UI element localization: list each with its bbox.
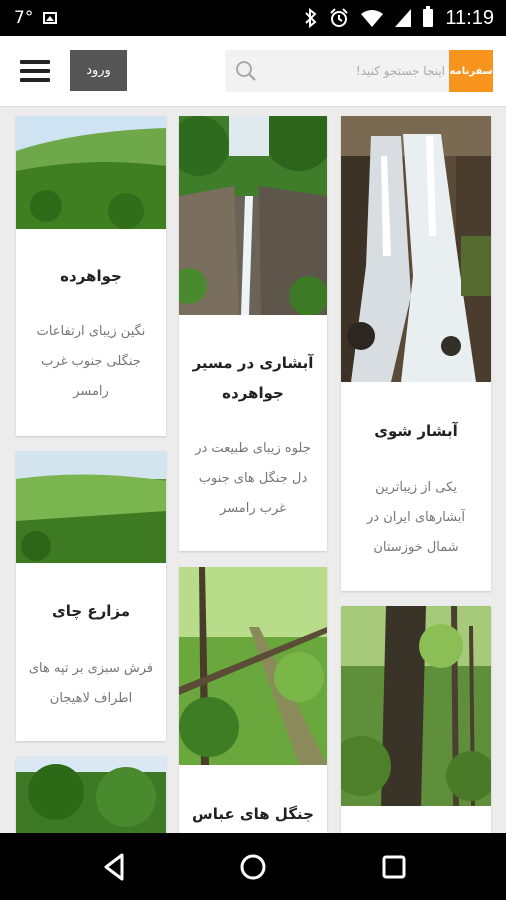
navigation-bar [0, 833, 506, 900]
search-input[interactable] [265, 50, 445, 92]
card-mazare-chai[interactable]: مزارع چای فرش سبزی بر تپه های اطراف لاهی… [16, 451, 166, 741]
card-title: جواهرده [60, 267, 122, 285]
temperature-notification: 7° [14, 8, 34, 28]
card-title: مزارع چای [51, 602, 131, 620]
card-description: نگین زیبای ارتفاعات جنگلی جنوب غرب رامسر [36, 324, 146, 399]
status-bar: 7° 11:19 [0, 0, 506, 36]
forest-photo [179, 567, 327, 765]
signal-icon [395, 9, 412, 27]
clock: 11:19 [445, 6, 494, 29]
waterfall-photo [341, 116, 491, 382]
home-icon[interactable] [235, 849, 271, 885]
waterfall-canyon-photo [179, 116, 327, 315]
search-icon[interactable] [235, 60, 257, 82]
card-jangal-abbas[interactable]: جنگل های عباس [179, 567, 327, 837]
card-description: فرش سبزی بر تپه های اطراف لاهیجان [28, 661, 154, 706]
green-hills-photo [16, 116, 166, 229]
hamburger-menu-icon[interactable] [20, 60, 50, 82]
card-title: آبشار شوی [374, 422, 458, 440]
back-icon[interactable] [96, 849, 132, 885]
forest-path-photo [16, 757, 166, 837]
card-title: آبشاری در مسیر جواهرده [192, 354, 314, 402]
alarm-icon [330, 8, 349, 27]
tea-fields-photo [16, 451, 166, 563]
card-description: جلوه زیبای طبیعت در دل جنگل های جنوب غرب… [195, 441, 311, 516]
brand-logo[interactable]: سفرنامه [449, 50, 493, 92]
tall-tree-photo [341, 606, 491, 806]
card-forest-trees[interactable] [341, 606, 491, 836]
wifi-icon [361, 10, 384, 27]
image-icon [43, 12, 58, 24]
card-abshar-shevi[interactable]: آبشار شوی یکی از زیباترین آبشارهای ایران… [341, 116, 491, 591]
login-button[interactable]: ورود [70, 50, 127, 91]
card-javaherdeh[interactable]: جواهرده نگین زیبای ارتفاعات جنگلی جنوب غ… [16, 116, 166, 436]
app-header: ورود سفرنامه [0, 36, 506, 107]
card-title: جنگل های عباس [192, 805, 314, 823]
battery-icon [423, 6, 434, 27]
card-abshari-dar-masir[interactable]: آبشاری در مسیر جواهرده جلوه زیبای طبیعت … [179, 116, 327, 551]
brand-logo-text: سفرنامه [449, 65, 493, 77]
search-bar: سفرنامه [225, 50, 493, 92]
card-description: یکی از زیباترین آبشارهای ایران در شمال خ… [367, 480, 465, 555]
bluetooth-icon [305, 8, 317, 28]
recents-icon[interactable] [376, 849, 412, 885]
card-forest-path[interactable] [16, 757, 166, 837]
